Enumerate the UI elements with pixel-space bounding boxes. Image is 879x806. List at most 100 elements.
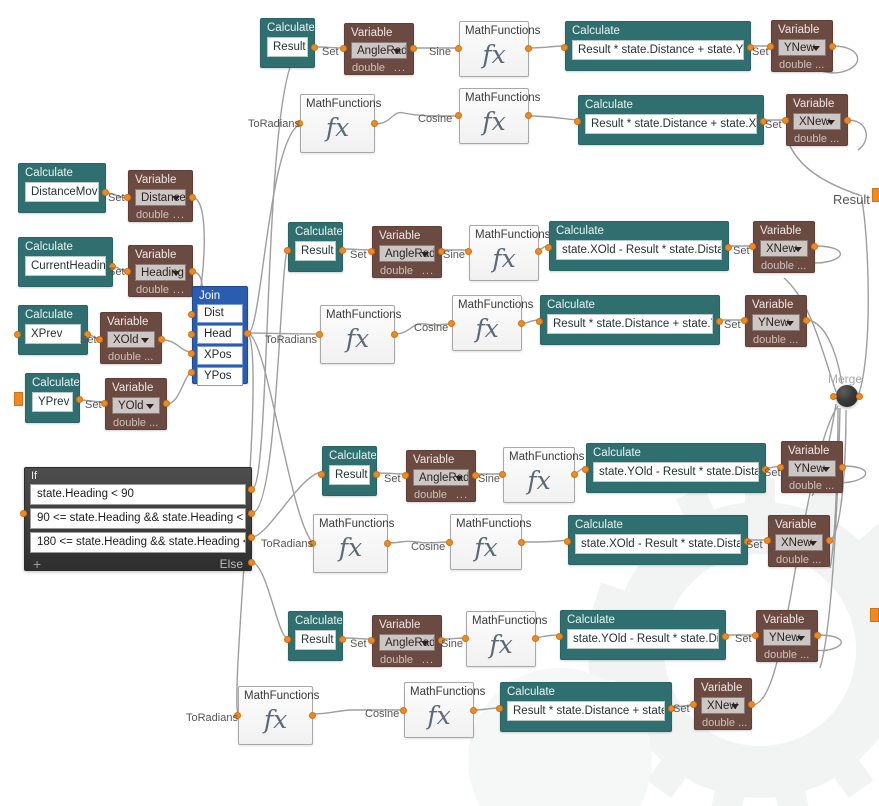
node-variable-anglerad-4[interactable]: Variable AngleRad double... <box>372 615 442 667</box>
node-mathfunctions-toradians-1[interactable]: MathFunctions fx <box>300 94 381 153</box>
calculate-expression[interactable]: Result <box>267 37 308 57</box>
port-out[interactable] <box>716 318 723 325</box>
node-calculate-xprev[interactable]: Calculate XPrev <box>18 305 88 355</box>
variable-select[interactable]: YNew <box>778 39 826 56</box>
port-in[interactable] <box>124 268 131 275</box>
port-in[interactable] <box>782 117 789 124</box>
calculate-expression[interactable]: Result * state.Distance + state.XOld <box>507 701 665 721</box>
variable-more-icon[interactable]: ... <box>422 264 434 278</box>
port-in[interactable] <box>101 400 108 407</box>
variable-select[interactable]: AngleRad <box>413 469 469 486</box>
node-mathfunctions-sine-4[interactable]: MathFunctions fx <box>466 611 547 667</box>
calculate-expression[interactable]: YPrev <box>32 392 73 412</box>
node-variable-ynew-2[interactable]: Variable YNew double ... <box>745 295 807 347</box>
port-out[interactable] <box>339 636 346 643</box>
variable-select[interactable]: Heading <box>135 264 186 281</box>
port-out[interactable] <box>811 243 818 250</box>
node-calculate-xnew-expr-3[interactable]: Calculate state.XOld - Result * state.Di… <box>568 515 748 565</box>
port-if-out-1[interactable] <box>248 510 255 517</box>
port-out[interactable] <box>839 464 846 471</box>
calculate-expression[interactable]: XPrev <box>25 324 81 344</box>
port-in[interactable] <box>764 537 771 544</box>
port-in[interactable] <box>368 248 375 255</box>
variable-select[interactable]: AngleRad <box>351 42 407 59</box>
port-out[interactable] <box>158 336 165 343</box>
port-in[interactable] <box>448 320 455 327</box>
calculate-expression[interactable]: Result <box>329 465 370 485</box>
port-out[interactable] <box>814 632 821 639</box>
port-graph-output[interactable] <box>872 188 879 202</box>
node-mathfunctions-cosine-1[interactable]: MathFunctions fx <box>459 88 540 144</box>
port-in[interactable] <box>455 112 462 119</box>
node-variable-yold-1[interactable]: Variable YOld double ... <box>105 378 167 430</box>
port-in[interactable] <box>284 247 291 254</box>
port-out[interactable] <box>725 244 732 251</box>
node-calculate-xnew-expr-4[interactable]: Calculate Result * state.Distance + stat… <box>500 682 672 732</box>
variable-more-icon[interactable]: ... <box>394 61 406 75</box>
port-out[interactable] <box>748 701 755 708</box>
port-graph-output-secondary[interactable] <box>870 608 879 622</box>
join-row-ypos[interactable]: YPos <box>197 367 243 386</box>
port-out[interactable] <box>189 194 196 201</box>
variable-select[interactable]: XNew <box>701 697 745 714</box>
port-out[interactable] <box>518 539 525 546</box>
port-out[interactable] <box>311 44 318 51</box>
node-calculate-currentheading[interactable]: Calculate CurrentHeading <box>18 237 113 287</box>
join-row-xpos[interactable]: XPos <box>197 346 243 365</box>
calculate-expression[interactable]: Result * state.Distance + state.XOld <box>585 114 757 134</box>
port-in[interactable] <box>284 636 291 643</box>
node-variable-xnew-3[interactable]: Variable XNew double ... <box>768 515 830 567</box>
variable-more-icon[interactable]: ... <box>456 488 468 502</box>
port-out[interactable] <box>525 45 532 52</box>
port-out[interactable] <box>371 120 378 127</box>
port-if-out-else[interactable] <box>248 559 255 566</box>
port-out[interactable] <box>571 471 578 478</box>
add-condition-button[interactable]: + <box>33 557 41 572</box>
variable-select[interactable]: YNew <box>763 629 811 646</box>
port-in[interactable] <box>499 471 506 478</box>
node-variable-xnew-1[interactable]: Variable XNew double ... <box>786 94 848 146</box>
calculate-expression[interactable]: Result <box>295 241 336 261</box>
if-condition-2[interactable]: 180 <= state.Heading && state.Heading < … <box>30 532 246 553</box>
calculate-expression[interactable]: state.XOld - Result * state.Distance <box>556 240 722 260</box>
port-in[interactable] <box>574 118 581 125</box>
calculate-expression[interactable]: DistanceMoved <box>25 182 99 202</box>
if-condition-1[interactable]: 90 <= state.Heading && state.Heading < 1… <box>30 508 246 529</box>
port-out[interactable] <box>244 330 251 337</box>
port-out[interactable] <box>384 540 391 547</box>
port-in[interactable] <box>96 336 103 343</box>
variable-select[interactable]: YNew <box>752 314 800 331</box>
port-in[interactable] <box>316 331 323 338</box>
node-calculate-ynew-expr-1[interactable]: Calculate Result * state.Distance + stat… <box>565 21 751 71</box>
port-out[interactable] <box>339 247 346 254</box>
node-mathfunctions-sine-1[interactable]: MathFunctions fx <box>459 21 540 77</box>
node-calculate-distancemoved[interactable]: Calculate DistanceMoved <box>18 163 106 213</box>
port-out[interactable] <box>163 400 170 407</box>
variable-select[interactable]: XNew <box>793 113 841 130</box>
calculate-expression[interactable]: Result * state.Distance + state.YOld <box>547 314 713 334</box>
port-out[interactable] <box>410 45 417 52</box>
node-calculate-result-3[interactable]: Calculate Result <box>322 446 377 496</box>
node-if[interactable]: If state.Heading < 90 90 <= state.Headin… <box>24 467 252 572</box>
port-in[interactable] <box>496 705 503 712</box>
node-mathfunctions-cosine-3[interactable]: MathFunctions fx <box>450 514 531 570</box>
port-out[interactable] <box>844 117 851 124</box>
calculate-expression[interactable]: state.XOld - Result * state.Distance <box>575 534 741 554</box>
port-out[interactable] <box>525 112 532 119</box>
port-in[interactable] <box>400 707 407 714</box>
port-in[interactable] <box>564 538 571 545</box>
port-in-block[interactable] <box>14 392 23 406</box>
node-calculate-result-1[interactable]: Calculate Result <box>260 18 315 68</box>
node-merge[interactable] <box>836 385 858 407</box>
port-out[interactable] <box>722 633 729 640</box>
variable-select[interactable]: YNew <box>788 460 836 477</box>
calculate-expression[interactable]: state.YOld - Result * state.Distance <box>567 629 719 649</box>
port-in[interactable] <box>752 632 759 639</box>
calculate-expression[interactable]: Result * state.Distance + state.YOld <box>572 40 744 60</box>
node-mathfunctions-toradians-4[interactable]: MathFunctions fx <box>238 686 319 745</box>
port-out[interactable] <box>532 635 539 642</box>
port-merge-in[interactable] <box>830 393 837 400</box>
calculate-expression[interactable]: CurrentHeading <box>25 256 106 276</box>
node-calculate-result-2[interactable]: Calculate Result <box>288 222 343 272</box>
node-variable-heading[interactable]: Variable Heading double... <box>128 245 193 297</box>
